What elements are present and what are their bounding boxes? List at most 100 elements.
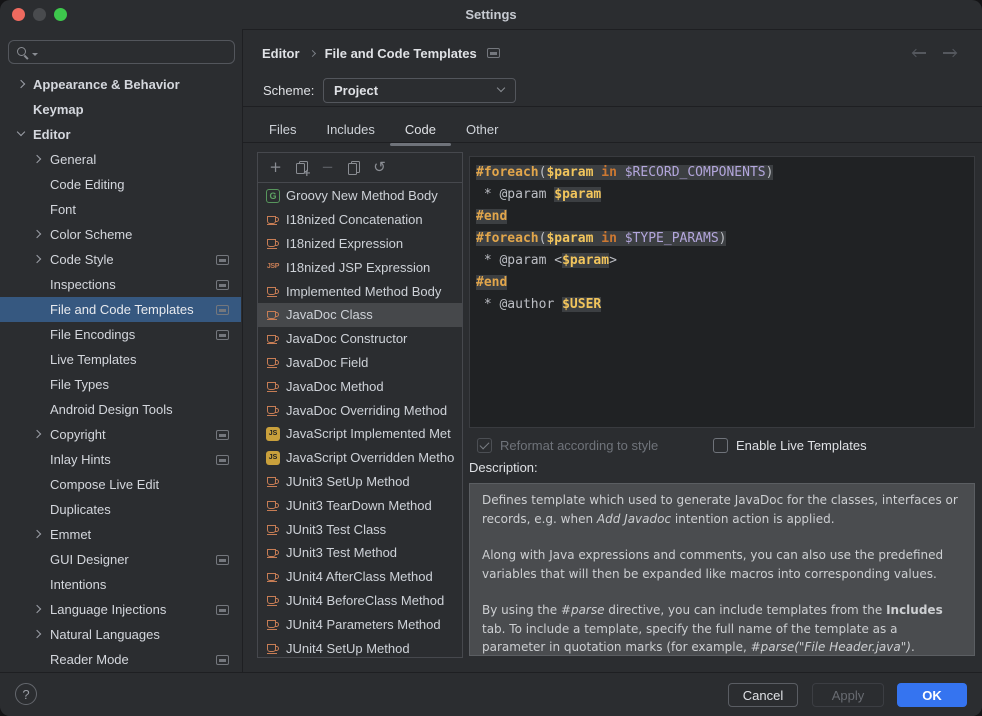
template-list-panel: Groovy New Method BodyI18nized Concatena… bbox=[257, 152, 463, 658]
description-text: #parse("File Header.java") bbox=[751, 640, 911, 654]
description-text: Along with Java expressions and comments… bbox=[482, 548, 943, 581]
sidebar-item-font[interactable]: Font bbox=[0, 197, 241, 222]
template-item-javadoc-constructor[interactable]: JavaDoc Constructor bbox=[258, 327, 462, 351]
template-item-javascript-overridden-metho[interactable]: JavaScript Overridden Metho bbox=[258, 446, 462, 470]
java-class-icon bbox=[266, 236, 280, 250]
sidebar-item-general[interactable]: General bbox=[0, 147, 241, 172]
template-item-junit4-afterclass-method[interactable]: JUnit4 AfterClass Method bbox=[258, 565, 462, 589]
template-item-javadoc-overriding-method[interactable]: JavaDoc Overriding Method bbox=[258, 398, 462, 422]
per-machine-setting-icon bbox=[216, 555, 229, 565]
zoom-window-button[interactable] bbox=[54, 8, 67, 21]
sidebar-item-natural-languages[interactable]: Natural Languages bbox=[0, 622, 241, 647]
template-item-junit3-teardown-method[interactable]: JUnit3 TearDown Method bbox=[258, 493, 462, 517]
code-line: * @param $param bbox=[470, 184, 974, 206]
code-token: > bbox=[609, 253, 617, 268]
sidebar-item-file-types[interactable]: File Types bbox=[0, 372, 241, 397]
tab-code[interactable]: Code bbox=[390, 117, 451, 142]
javascript-icon bbox=[266, 451, 280, 465]
template-item-label: I18nized JSP Expression bbox=[286, 260, 430, 275]
sidebar-item-label: GUI Designer bbox=[50, 552, 129, 567]
sidebar-item-editor[interactable]: Editor bbox=[0, 122, 241, 147]
sidebar-item-label: Intentions bbox=[50, 577, 106, 592]
window-controls bbox=[12, 8, 67, 21]
template-item-label: JavaDoc Constructor bbox=[286, 331, 407, 346]
per-machine-setting-icon bbox=[216, 280, 229, 290]
tab-includes[interactable]: Includes bbox=[311, 117, 389, 142]
template-item-groovy-new-method-body[interactable]: Groovy New Method Body bbox=[258, 184, 462, 208]
close-window-button[interactable] bbox=[12, 8, 25, 21]
forward-button bbox=[941, 45, 958, 61]
sidebar-item-inspections[interactable]: Inspections bbox=[0, 272, 241, 297]
sidebar-item-code-style[interactable]: Code Style bbox=[0, 247, 241, 272]
template-item-i18nized-expression[interactable]: I18nized Expression bbox=[258, 232, 462, 256]
chevron-right-icon bbox=[33, 605, 41, 613]
sidebar-item-code-editing[interactable]: Code Editing bbox=[0, 172, 241, 197]
sidebar-item-copyright[interactable]: Copyright bbox=[0, 422, 241, 447]
template-code-editor[interactable]: #foreach($param in $RECORD_COMPONENTS) *… bbox=[469, 156, 975, 428]
description-panel: Defines template which used to generate … bbox=[469, 483, 975, 656]
template-item-i18nized-jsp-expression[interactable]: I18nized JSP Expression bbox=[258, 255, 462, 279]
sidebar-item-duplicates[interactable]: Duplicates bbox=[0, 497, 241, 522]
scheme-select[interactable]: Project bbox=[323, 78, 516, 103]
sidebar-item-android-design-tools[interactable]: Android Design Tools bbox=[0, 397, 241, 422]
add-template-button[interactable] bbox=[267, 159, 284, 176]
copy-template-button[interactable] bbox=[345, 159, 362, 176]
java-class-icon bbox=[266, 522, 280, 536]
template-item-junit4-parameters-method[interactable]: JUnit4 Parameters Method bbox=[258, 612, 462, 636]
sidebar-item-gui-designer[interactable]: GUI Designer bbox=[0, 547, 241, 572]
sidebar-item-reader-mode[interactable]: Reader Mode bbox=[0, 647, 241, 672]
sidebar-item-color-scheme[interactable]: Color Scheme bbox=[0, 222, 241, 247]
java-class-icon bbox=[266, 593, 280, 607]
chevron-right-icon bbox=[33, 430, 41, 438]
sidebar-item-file-and-code-templates[interactable]: File and Code Templates bbox=[0, 297, 241, 322]
cancel-button[interactable]: Cancel bbox=[728, 683, 798, 707]
template-item-javadoc-field[interactable]: JavaDoc Field bbox=[258, 351, 462, 375]
create-child-template-button[interactable] bbox=[293, 159, 310, 176]
template-item-implemented-method-body[interactable]: Implemented Method Body bbox=[258, 279, 462, 303]
sidebar-item-intentions[interactable]: Intentions bbox=[0, 572, 241, 597]
template-item-junit4-setup-method[interactable]: JUnit4 SetUp Method bbox=[258, 636, 462, 657]
enable-live-templates-checkbox[interactable] bbox=[713, 438, 728, 453]
code-token: $param bbox=[562, 253, 609, 268]
template-item-javadoc-method[interactable]: JavaDoc Method bbox=[258, 374, 462, 398]
code-token: $USER bbox=[562, 297, 601, 312]
help-button[interactable] bbox=[15, 683, 37, 705]
template-item-junit3-test-method[interactable]: JUnit3 Test Method bbox=[258, 541, 462, 565]
breadcrumb-editor[interactable]: Editor bbox=[262, 46, 300, 61]
per-machine-setting-icon bbox=[216, 455, 229, 465]
code-token: $param bbox=[546, 165, 593, 180]
sidebar-item-keymap[interactable]: Keymap bbox=[0, 97, 241, 122]
template-item-junit3-test-class[interactable]: JUnit3 Test Class bbox=[258, 517, 462, 541]
sidebar-item-label: Compose Live Edit bbox=[50, 477, 159, 492]
reset-to-default-button[interactable] bbox=[371, 159, 388, 176]
template-item-label: JavaDoc Class bbox=[286, 307, 373, 322]
java-class-icon bbox=[266, 641, 280, 655]
description-label: Description: bbox=[469, 460, 538, 475]
sidebar-item-file-encodings[interactable]: File Encodings bbox=[0, 322, 241, 347]
sidebar-item-compose-live-edit[interactable]: Compose Live Edit bbox=[0, 472, 241, 497]
code-line: * @author $USER bbox=[470, 294, 974, 316]
template-item-label: I18nized Expression bbox=[286, 236, 403, 251]
search-input[interactable] bbox=[38, 44, 227, 61]
template-item-junit4-beforeclass-method[interactable]: JUnit4 BeforeClass Method bbox=[258, 589, 462, 613]
settings-search-box[interactable] bbox=[8, 40, 235, 64]
chevron-down-icon bbox=[497, 84, 505, 92]
per-machine-setting-icon bbox=[216, 255, 229, 265]
sidebar-item-emmet[interactable]: Emmet bbox=[0, 522, 241, 547]
ok-button[interactable]: OK bbox=[897, 683, 967, 707]
tab-files[interactable]: Files bbox=[254, 117, 311, 142]
code-token: #foreach bbox=[476, 231, 539, 246]
template-item-javadoc-class[interactable]: JavaDoc Class bbox=[258, 303, 462, 327]
template-item-javascript-implemented-met[interactable]: JavaScript Implemented Met bbox=[258, 422, 462, 446]
template-item-junit3-setup-method[interactable]: JUnit3 SetUp Method bbox=[258, 470, 462, 494]
tab-other[interactable]: Other bbox=[451, 117, 514, 142]
sidebar-item-appearance-behavior[interactable]: Appearance & Behavior bbox=[0, 72, 241, 97]
template-item-i18nized-concatenation[interactable]: I18nized Concatenation bbox=[258, 208, 462, 232]
settings-tree: Appearance & BehaviorKeymapEditorGeneral… bbox=[0, 72, 241, 672]
sidebar-item-language-injections[interactable]: Language Injections bbox=[0, 597, 241, 622]
divider bbox=[243, 106, 982, 107]
description-paragraph: Along with Java expressions and comments… bbox=[482, 546, 962, 583]
sidebar-item-inlay-hints[interactable]: Inlay Hints bbox=[0, 447, 241, 472]
sidebar-item-live-templates[interactable]: Live Templates bbox=[0, 347, 241, 372]
chevron-right-icon bbox=[33, 530, 41, 538]
